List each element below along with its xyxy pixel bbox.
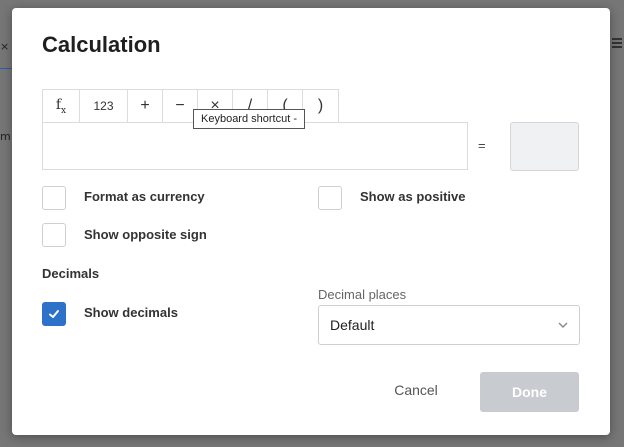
show-positive-checkbox[interactable]: [318, 186, 342, 210]
background-underline: [0, 68, 12, 69]
equals-sign: =: [478, 138, 486, 153]
format-currency-label: Format as currency: [84, 189, 205, 204]
done-button[interactable]: Done: [480, 372, 579, 412]
function-icon: fx: [55, 96, 67, 116]
checkmark-icon: [49, 310, 59, 318]
decimal-places-label: Decimal places: [318, 287, 407, 302]
decimal-places-select[interactable]: Default: [318, 305, 580, 345]
close-paren-button[interactable]: ): [303, 90, 338, 122]
background-text-fragment: m: [0, 130, 11, 143]
opposite-sign-checkbox[interactable]: [42, 223, 66, 247]
dialog-title: Calculation: [42, 32, 161, 57]
number-button[interactable]: 123: [80, 90, 128, 122]
background-close-fragment: ×: [0, 40, 10, 53]
format-currency-checkbox[interactable]: [42, 186, 66, 210]
show-decimals-checkbox[interactable]: [42, 302, 66, 326]
result-field: [510, 122, 579, 171]
function-button[interactable]: fx: [43, 90, 80, 122]
chevron-down-icon: [558, 322, 568, 328]
decimal-places-value: Default: [330, 317, 375, 333]
plus-button[interactable]: +: [128, 90, 163, 122]
opposite-sign-label: Show opposite sign: [84, 227, 207, 242]
calculation-dialog: Calculation fx 123 + − × / ( ) Keyboard …: [12, 8, 610, 435]
show-decimals-label: Show decimals: [84, 305, 178, 320]
keyboard-shortcut-tooltip: Keyboard shortcut -: [193, 109, 305, 129]
expression-input[interactable]: [42, 122, 468, 170]
show-positive-label: Show as positive: [360, 189, 466, 204]
decimals-section-title: Decimals: [42, 266, 100, 281]
background-menu-icon: [612, 38, 622, 50]
cancel-button[interactable]: Cancel: [379, 374, 453, 406]
